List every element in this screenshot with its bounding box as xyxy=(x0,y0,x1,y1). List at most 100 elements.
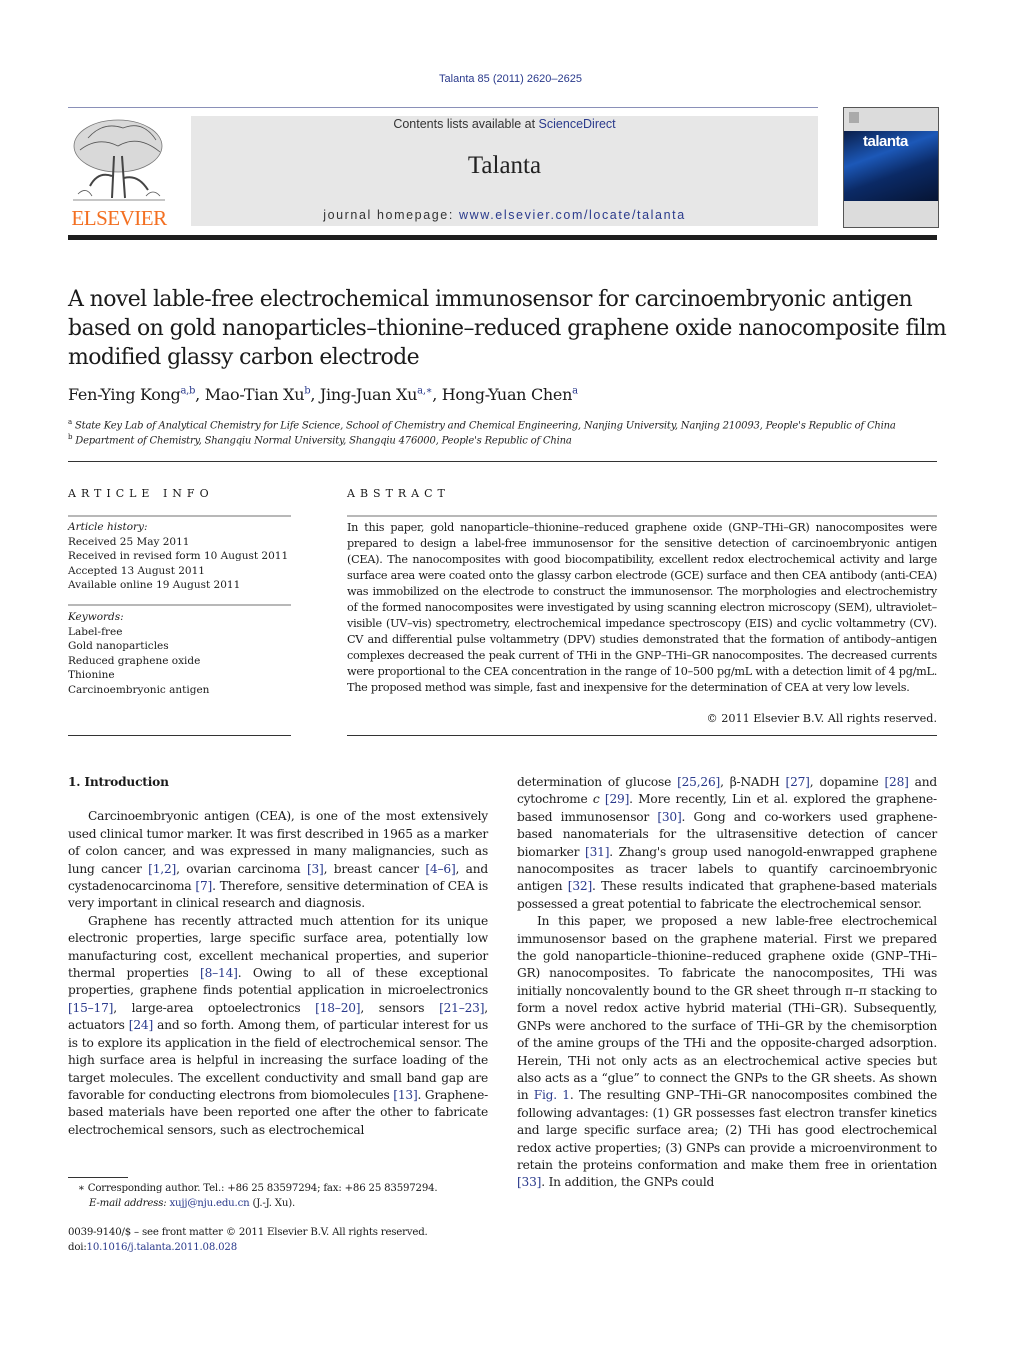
citation-link[interactable]: [24] xyxy=(129,1018,153,1032)
keyword: Carcinoembryonic antigen xyxy=(68,683,210,696)
paragraph: Carcinoembryonic antigen (CEA), is one o… xyxy=(68,808,488,912)
homepage-line: journal homepage: www.elsevier.com/locat… xyxy=(191,208,818,222)
citation-link[interactable]: [8–14] xyxy=(200,966,238,980)
journal-name: Talanta xyxy=(467,152,542,179)
text-run: , breast cancer xyxy=(323,861,426,876)
citation-link[interactable]: [18–20] xyxy=(315,1001,360,1015)
text-run: , ovarian carcinoma xyxy=(176,861,307,876)
contents-line: Contents lists available at ScienceDirec… xyxy=(191,117,818,131)
title-divider xyxy=(68,461,937,462)
abstract-divider xyxy=(347,515,937,517)
paragraph: In this paper, we proposed a new lable-f… xyxy=(517,913,937,1192)
body-column-left: 1. Introduction Carcinoembryonic antigen… xyxy=(68,774,488,1139)
journal-cover-thumbnail[interactable]: talanta xyxy=(843,107,939,228)
header-rule xyxy=(68,107,818,108)
affiliation-marker: a xyxy=(68,418,72,426)
history-item: Received 25 May 2011 xyxy=(68,535,190,548)
text-run: , dopamine xyxy=(809,775,885,789)
paragraph: determination of glucose [25,26], β-NADH… xyxy=(517,774,937,913)
info-divider xyxy=(68,515,291,517)
info-bottom-rule xyxy=(68,735,291,736)
citation-link[interactable]: [3] xyxy=(307,862,324,876)
citation-link[interactable]: [25,26] xyxy=(677,775,720,789)
text-run: , large-area optoelectronics xyxy=(113,1000,316,1015)
text-run: . In addition, the GNPs could xyxy=(541,1175,715,1190)
cover-title: talanta xyxy=(863,133,908,150)
citation-link[interactable]: [1,2] xyxy=(148,862,176,876)
paragraph: Graphene has recently attracted much att… xyxy=(68,913,488,1139)
author-affil-marker[interactable]: a,b xyxy=(180,386,195,397)
doi-label: doi: xyxy=(68,1241,87,1253)
email-label: E-mail address: xyxy=(89,1197,170,1209)
citation-link[interactable]: [31] xyxy=(585,845,609,859)
text-run: , sensors xyxy=(360,1000,440,1015)
keyword: Gold nanoparticles xyxy=(68,640,169,652)
homepage-prefix: journal homepage: xyxy=(323,208,460,222)
citation-link[interactable]: [28] xyxy=(884,775,908,789)
history-item: Available online 19 August 2011 xyxy=(68,579,241,591)
tree-icon xyxy=(73,119,165,201)
homepage-link[interactable]: www.elsevier.com/locate/talanta xyxy=(459,208,686,222)
history-label: Article history: xyxy=(68,521,148,533)
corresponding-author-contact: Corresponding author. Tel.: +86 25 83597… xyxy=(87,1183,438,1194)
corresponding-author-footnote: ∗ Corresponding author. Tel.: +86 25 835… xyxy=(78,1182,498,1211)
contents-prefix: Contents lists available at xyxy=(393,117,539,131)
citation-link[interactable]: [13] xyxy=(393,1088,417,1102)
text-run: . The resulting GNP–THi–GR nanocomposite… xyxy=(517,1088,937,1172)
author-name: Fen-Ying Kong xyxy=(68,385,181,404)
history-item: Accepted 13 August 2011 xyxy=(68,564,205,577)
citation-link[interactable]: [33] xyxy=(517,1175,541,1189)
citation-link[interactable]: [30] xyxy=(657,810,681,824)
elsevier-wordmark: ELSEVIER xyxy=(71,206,167,230)
author[interactable]: Hong-Yuan Chena xyxy=(442,385,578,404)
sciencedirect-link[interactable]: ScienceDirect xyxy=(539,117,616,131)
abstract-heading: ABSTRACT xyxy=(347,487,450,500)
citation-link[interactable]: [15–17] xyxy=(68,1001,113,1015)
author[interactable]: Jing-Juan Xua,∗ xyxy=(319,385,433,404)
article-history: Article history: Received 25 May 2011 Re… xyxy=(68,520,291,593)
email-link[interactable]: xujj@nju.edu.cn xyxy=(170,1198,250,1209)
keyword: Reduced graphene oxide xyxy=(68,654,201,667)
text-run: , β-NADH xyxy=(720,775,786,789)
author-name: Jing-Juan Xu xyxy=(319,385,418,404)
affiliation-marker: b xyxy=(68,433,73,441)
info-divider xyxy=(68,604,291,606)
doi-link[interactable]: 10.1016/j.talanta.2011.08.028 xyxy=(87,1242,238,1253)
keyword: Thionine xyxy=(68,669,115,681)
citation-link[interactable]: [7] xyxy=(195,879,212,893)
abstract-copyright: © 2011 Elsevier B.V. All rights reserved… xyxy=(706,712,937,725)
article-info-heading: ARTICLE INFO xyxy=(68,487,214,500)
affiliation-text: Department of Chemistry, Shangqiu Normal… xyxy=(75,435,572,447)
citation-link[interactable]: Fig. 1 xyxy=(534,1088,570,1102)
cover-publisher-icon xyxy=(849,112,859,123)
keywords-label: Keywords: xyxy=(68,611,124,623)
author[interactable]: Fen-Ying Konga,b xyxy=(68,385,195,404)
text-run: In this paper, we proposed a new lable-f… xyxy=(517,914,937,1103)
front-matter: 0039-9140/$ – see front matter © 2011 El… xyxy=(68,1226,508,1255)
body-column-right: determination of glucose [25,26], β-NADH… xyxy=(517,774,937,1192)
citation-link[interactable]: [21–23] xyxy=(439,1001,484,1015)
abstract-bottom-rule xyxy=(347,735,937,736)
affiliation-a: a State Key Lab of Analytical Chemistry … xyxy=(68,418,948,431)
citation-link[interactable]: [29] xyxy=(605,792,629,806)
header-thick-rule xyxy=(68,235,937,240)
citation-link[interactable]: [4–6] xyxy=(425,862,455,876)
author-list: Fen-Ying Konga,b, Mao-Tian Xub, Jing-Jua… xyxy=(68,385,578,404)
affiliation-b: b Department of Chemistry, Shangqiu Norm… xyxy=(68,433,948,446)
author-name: Hong-Yuan Chen xyxy=(441,385,573,404)
abstract-text: In this paper, gold nanoparticle–thionin… xyxy=(347,521,937,694)
author-affil-marker[interactable]: a,∗ xyxy=(417,386,432,397)
author[interactable]: Mao-Tian Xub xyxy=(205,385,311,404)
author-affil-marker[interactable]: a xyxy=(572,386,578,397)
journal-citation[interactable]: Talanta 85 (2011) 2620–2625 xyxy=(0,73,1021,85)
footnote-rule xyxy=(68,1177,128,1178)
citation-link[interactable]: [27] xyxy=(786,775,810,789)
author-affil-marker[interactable]: b xyxy=(304,386,310,397)
section-heading: 1. Introduction xyxy=(68,775,169,789)
article-title: A novel lable-free electrochemical immun… xyxy=(68,287,947,370)
email-owner: (J.-J. Xu). xyxy=(249,1197,296,1209)
history-item: Received in revised form 10 August 2011 xyxy=(68,550,289,562)
italic-text: c xyxy=(592,792,600,807)
citation-link[interactable]: [32] xyxy=(568,879,592,893)
author-name: Mao-Tian Xu xyxy=(204,385,305,404)
